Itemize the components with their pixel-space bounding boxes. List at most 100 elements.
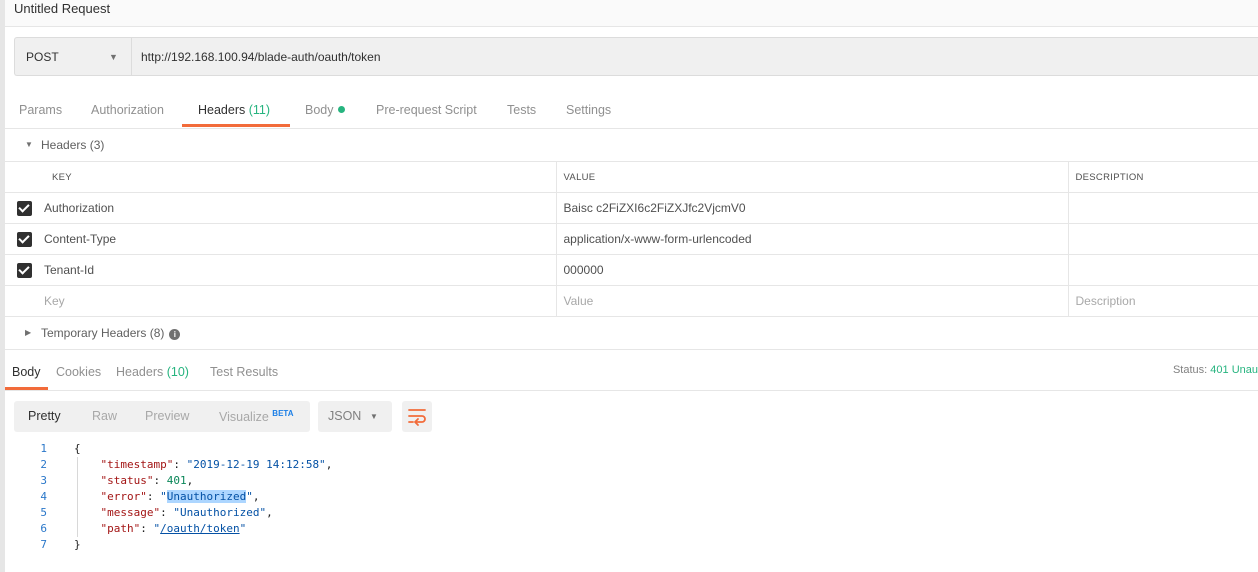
json-string: "Unauthorized"	[173, 506, 267, 519]
request-tabs: Params Authorization Headers (11) Body P…	[5, 93, 1258, 129]
caret-down-icon: ▼	[25, 140, 33, 149]
header-value-cell[interactable]: 000000	[555, 254, 1069, 286]
new-value-input[interactable]: Value	[555, 285, 1069, 317]
header-key-cell[interactable]: Authorization	[43, 192, 557, 224]
row-checkbox[interactable]	[5, 192, 43, 224]
temporary-headers-text: Temporary Headers (8)	[41, 326, 165, 340]
line-number: 6	[40, 522, 47, 535]
column-value: VALUE	[555, 161, 1069, 193]
json-string: "Unauthorized"	[160, 490, 253, 503]
path-link[interactable]: /oauth/token	[160, 522, 239, 535]
tab-body[interactable]: Body	[305, 103, 345, 117]
response-tab-headers-count: (10)	[166, 365, 189, 379]
code-text: "status": 401,	[100, 474, 194, 487]
view-pretty-button[interactable]: Pretty	[28, 409, 61, 423]
code-text: "timestamp": "2019-12-19 14:12:58",	[100, 458, 333, 471]
response-tab-headers-label: Headers	[116, 365, 164, 379]
caret-right-icon: ▶	[25, 328, 32, 337]
request-title-bar: Untitled Request	[5, 0, 1258, 27]
headers-section-label: Headers (3)	[41, 138, 105, 152]
tab-authorization[interactable]: Authorization	[91, 103, 164, 117]
headers-section-toggle[interactable]: ▼ Headers (3)	[5, 129, 1258, 162]
checkbox-checked-icon	[16, 200, 32, 216]
row-checkbox[interactable]	[5, 254, 43, 286]
header-key-cell[interactable]: Tenant-Id	[43, 254, 557, 286]
active-response-tab-underline	[5, 387, 48, 390]
tab-body-label: Body	[305, 103, 334, 117]
tab-params[interactable]: Params	[19, 103, 62, 117]
view-raw-button[interactable]: Raw	[92, 409, 117, 423]
line-number: 1	[40, 442, 47, 455]
line-number: 4	[40, 490, 47, 503]
view-preview-button[interactable]: Preview	[145, 409, 189, 423]
response-tab-headers[interactable]: Headers (10)	[116, 365, 189, 379]
header-value-cell[interactable]: application/x-www-form-urlencoded	[555, 223, 1069, 255]
active-tab-underline	[182, 124, 290, 127]
header-description-cell[interactable]	[1067, 192, 1258, 224]
json-string: "2019-12-19 14:12:58"	[186, 458, 326, 471]
temporary-headers-toggle[interactable]: ▶ Temporary Headers (8) i	[5, 317, 1258, 350]
tab-pre-request-script[interactable]: Pre-request Script	[376, 103, 477, 117]
code-text: }	[74, 538, 81, 551]
header-value-cell[interactable]: Baisc c2FiZXI6c2FiZXJfc2VjcmV0	[555, 192, 1069, 224]
table-row: Tenant-Id 000000	[5, 254, 1258, 286]
response-tab-body[interactable]: Body	[12, 365, 41, 379]
response-tabs: Body Cookies Headers (10) Test Results S…	[5, 350, 1258, 391]
tab-settings[interactable]: Settings	[566, 103, 611, 117]
column-key: KEY	[43, 161, 557, 193]
url-input[interactable]: http://192.168.100.94/blade-auth/oauth/t…	[141, 50, 381, 64]
line-number: 3	[40, 474, 47, 487]
headers-table: KEY VALUE DESCRIPTION Authorization Bais…	[5, 161, 1258, 317]
temporary-headers-label: Temporary Headers (8) i	[41, 326, 181, 340]
row-checkbox[interactable]	[5, 223, 43, 255]
response-status: Status: 401 Unau	[1173, 364, 1258, 376]
checkbox-checked-icon	[16, 231, 32, 247]
wrap-lines-button[interactable]	[402, 401, 432, 432]
checkbox-checked-icon	[16, 262, 32, 278]
header-description-cell[interactable]	[1067, 254, 1258, 286]
table-row: Content-Type application/x-www-form-urle…	[5, 223, 1258, 255]
line-number: 5	[40, 506, 47, 519]
code-line-4: 4 "error": "Unauthorized",	[5, 489, 1258, 505]
format-select[interactable]: JSON ▼	[318, 401, 392, 432]
json-key: "status"	[100, 474, 154, 487]
view-visualize-button[interactable]: Visualize BETA	[219, 409, 293, 424]
request-title[interactable]: Untitled Request	[14, 1, 110, 16]
response-tab-cookies[interactable]: Cookies	[56, 365, 101, 379]
json-string: "/oauth/token"	[153, 522, 247, 535]
code-line-7: 7}	[5, 537, 1258, 553]
json-key: "timestamp"	[100, 458, 174, 471]
json-key: "message"	[100, 506, 161, 519]
json-key: "error"	[100, 490, 147, 503]
format-label: JSON	[328, 409, 362, 423]
visualize-label: Visualize	[219, 410, 269, 425]
tab-headers-label: Headers	[198, 103, 246, 117]
tab-headers[interactable]: Headers (11)	[198, 103, 270, 117]
text-selection: Unauthorized	[166, 490, 247, 503]
new-key-input[interactable]: Key	[43, 285, 557, 317]
code-text: "error": "Unauthorized",	[100, 490, 260, 503]
code-line-5: 5 "message": "Unauthorized",	[5, 505, 1258, 521]
code-text: {	[74, 442, 81, 455]
json-number: 401	[166, 474, 187, 487]
method-select[interactable]: POST ▼	[15, 38, 132, 75]
code-line-1: 1{	[5, 441, 1258, 457]
column-description: DESCRIPTION	[1067, 161, 1258, 193]
tab-tests[interactable]: Tests	[507, 103, 536, 117]
header-description-cell[interactable]	[1067, 223, 1258, 255]
status-value[interactable]: 401 Unau	[1210, 364, 1258, 376]
body-indicator-dot	[337, 106, 345, 113]
new-description-input[interactable]: Description	[1067, 285, 1258, 317]
code-line-6: 6 "path": "/oauth/token"	[5, 521, 1258, 537]
table-header-row: KEY VALUE DESCRIPTION	[5, 161, 1258, 193]
header-key-cell[interactable]: Content-Type	[43, 223, 557, 255]
empty-checkbox-cell	[5, 285, 43, 317]
code-line-2: 2 "timestamp": "2019-12-19 14:12:58",	[5, 457, 1258, 473]
line-number: 2	[40, 458, 47, 471]
response-body-code[interactable]: 1{ 2 "timestamp": "2019-12-19 14:12:58",…	[5, 441, 1258, 553]
response-tab-test-results[interactable]: Test Results	[210, 365, 278, 379]
info-icon[interactable]: i	[169, 329, 181, 340]
method-label: POST	[26, 50, 59, 64]
beta-badge: BETA	[272, 409, 294, 418]
code-line-3: 3 "status": 401,	[5, 473, 1258, 489]
